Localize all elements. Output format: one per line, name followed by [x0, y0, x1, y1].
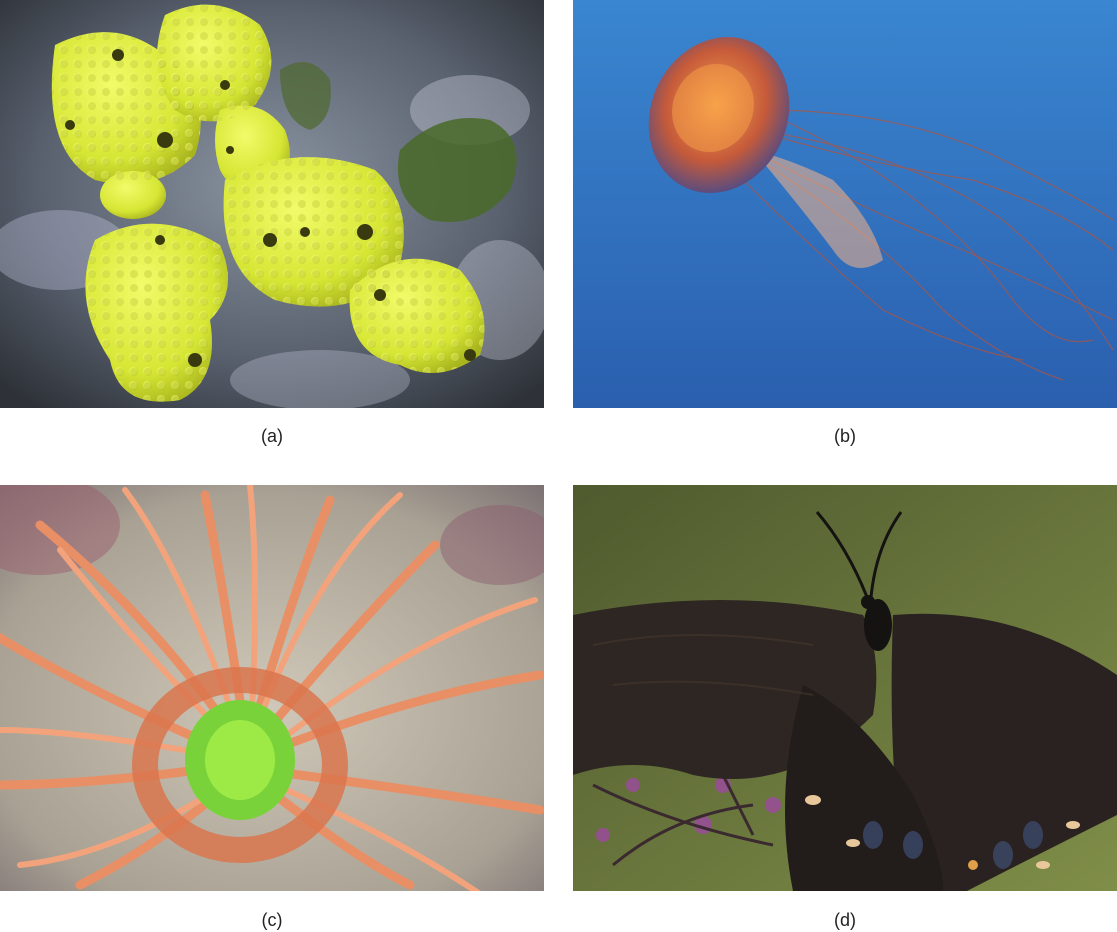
- photo-butterfly: [573, 485, 1117, 891]
- caption-d: (d): [834, 910, 856, 930]
- caption-c: (c): [261, 910, 283, 930]
- photo-anemone: [0, 485, 544, 891]
- photo-jellyfish: [573, 0, 1117, 408]
- caption-b: (b): [834, 426, 856, 446]
- photo-sponge: [0, 0, 544, 408]
- caption-a: (a): [261, 426, 283, 446]
